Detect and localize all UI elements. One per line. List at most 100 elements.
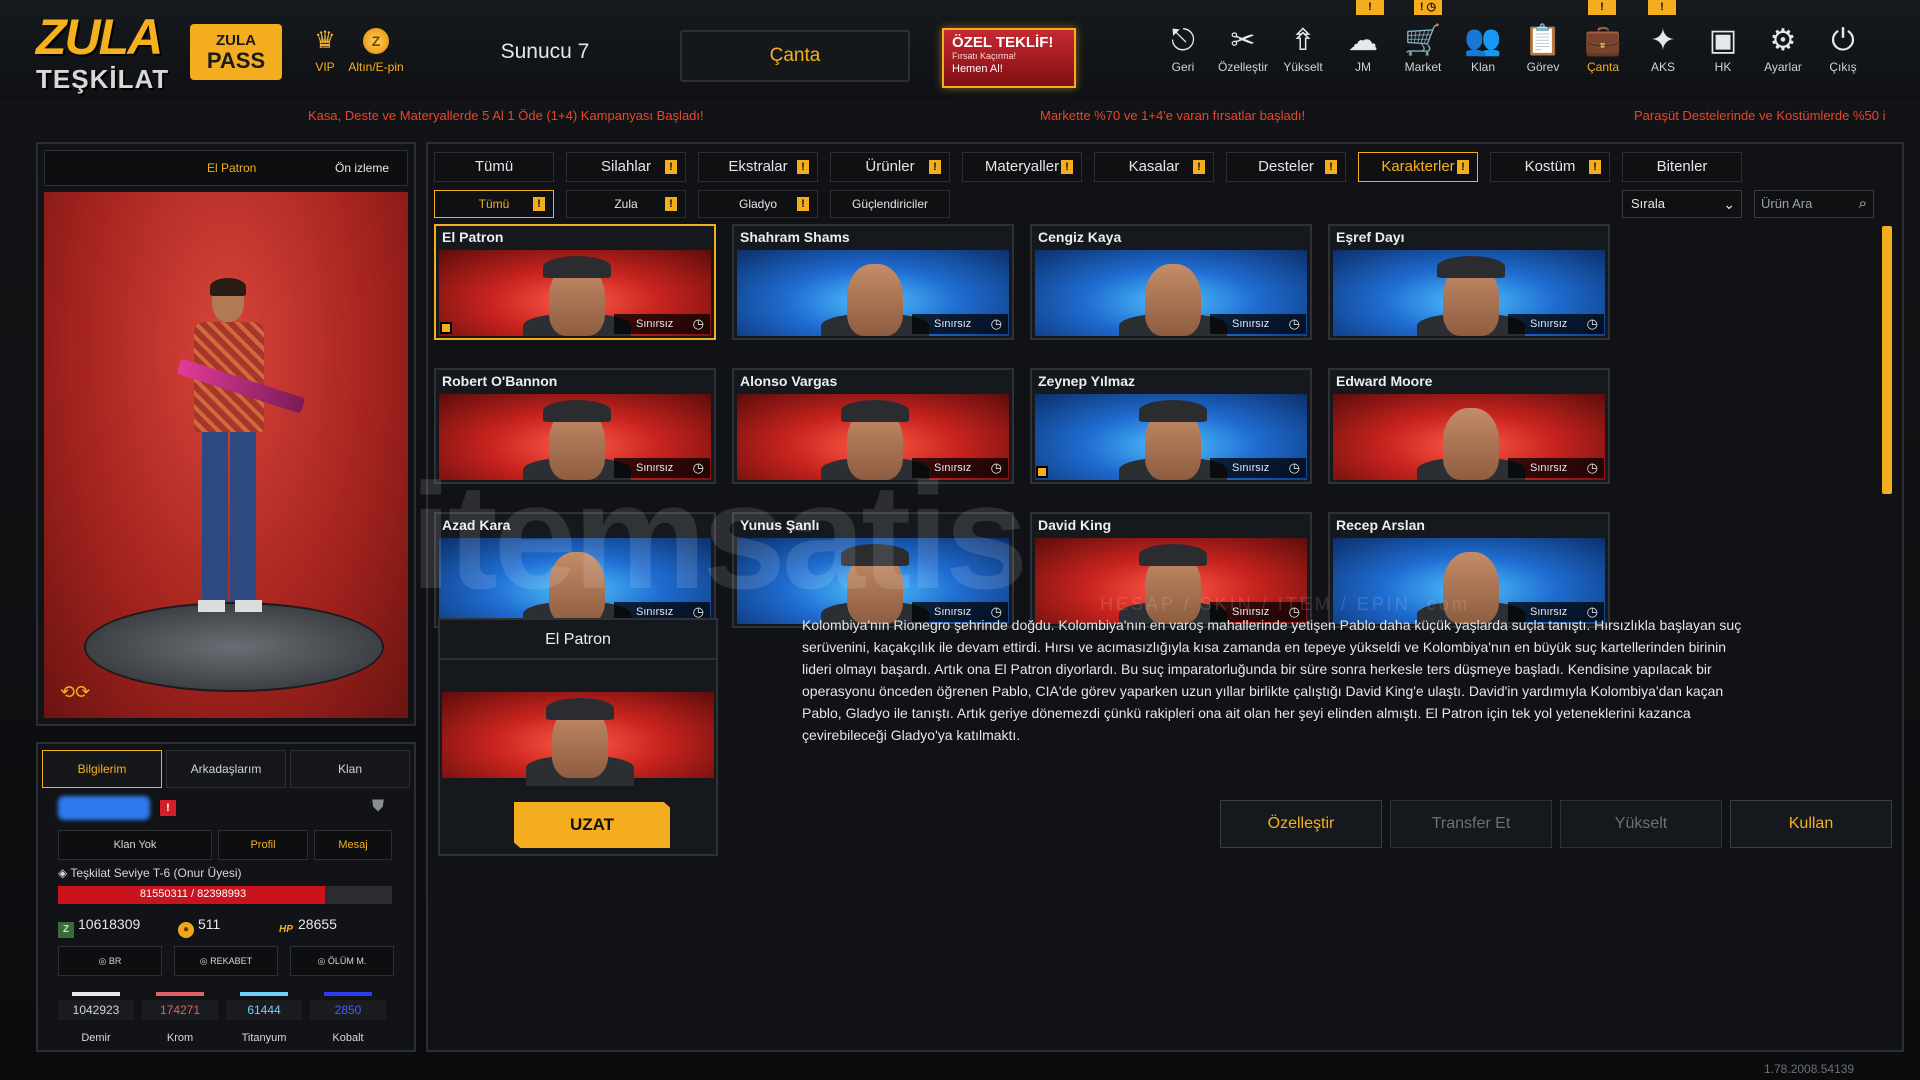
character-card[interactable]: Edward Moore Sınırsız ◷ <box>1328 368 1610 484</box>
canta-button[interactable]: Çanta <box>680 30 910 82</box>
subcategory-tumu[interactable]: Tümü! <box>434 190 554 218</box>
mode-br[interactable]: ◎ BR <box>58 946 162 976</box>
nav-market[interactable]: 🛒 Market <box>1394 24 1452 84</box>
rekabet-icon: ◎ <box>199 956 208 966</box>
nav-ozellestir[interactable]: ✂ Özelleştir <box>1214 24 1272 84</box>
character-card[interactable]: Cengiz Kaya Sınırsız ◷ <box>1030 224 1312 340</box>
ticker-item: Kasa, Deste ve Materyallerde 5 Al 1 Öde … <box>308 108 704 123</box>
tab-arkadaslarim[interactable]: Arkadaşlarım <box>166 750 286 788</box>
clock-icon: ◷ <box>1288 316 1300 331</box>
search-input[interactable]: Ürün Ara ⌕ <box>1754 190 1874 218</box>
character-stage[interactable] <box>44 192 408 718</box>
card-name: Alonso Vargas <box>740 373 838 389</box>
rotate-icon[interactable]: ⟲⟳ <box>60 682 90 703</box>
tools-icon: ✂ <box>1230 24 1256 57</box>
zula-logo: ZULA TEŞKİLAT <box>36 8 168 94</box>
nav-badge: ! <box>1356 0 1384 15</box>
nav-label: HK <box>1714 60 1732 74</box>
nav-gorev[interactable]: 📋 Görev <box>1514 24 1572 84</box>
mode-rekabet[interactable]: ◎ REKABET <box>174 946 278 976</box>
nav-cikis[interactable]: ⏻ Çıkış <box>1814 24 1872 84</box>
tab-el-patron[interactable]: El Patron <box>207 161 256 175</box>
nav-aks[interactable]: ✦ AKS <box>1634 24 1692 84</box>
search-placeholder: Ürün Ara <box>1761 196 1813 211</box>
special-offer-banner[interactable]: ÖZEL TEKLİF! Fırsatı Kaçırma! Hemen Al! <box>942 28 1076 88</box>
sort-select[interactable]: Sırala ⌄ <box>1622 190 1742 218</box>
category-tumu[interactable]: Tümü <box>434 152 554 182</box>
selected-marker <box>440 322 452 334</box>
warning-icon: ! <box>1193 160 1205 174</box>
warning-icon: ! <box>797 197 809 211</box>
mode-label: BR <box>108 956 122 966</box>
nav-label: Çıkış <box>1829 60 1857 74</box>
warning-icon: ! <box>929 160 941 174</box>
material-name: Titanyum <box>241 1032 287 1044</box>
category-kasalar[interactable]: Kasalar! <box>1094 152 1214 182</box>
nav-yukselt[interactable]: ⇮ Yükselt <box>1274 24 1332 84</box>
subcategory-gladyo[interactable]: Gladyo! <box>698 190 818 218</box>
tag-label: Sınırsız <box>1232 462 1270 474</box>
preview-tabs: El Patron Ön izleme <box>44 150 408 186</box>
character-card[interactable]: El Patron Sınırsız ◷ <box>434 224 716 340</box>
category-karakterler[interactable]: Karakterler! <box>1358 152 1478 182</box>
category-urunler[interactable]: Ürünler! <box>830 152 950 182</box>
clock-icon: ◷ <box>1586 460 1598 475</box>
zula-point-icon: Z <box>58 922 74 938</box>
category-bitenler[interactable]: Bitenler <box>1622 152 1742 182</box>
nav-hk[interactable]: ▣ HK <box>1694 24 1752 84</box>
material-value: 1042923 <box>58 1000 134 1020</box>
subcategory-zula[interactable]: Zula! <box>566 190 686 218</box>
klan-yok-button[interactable]: Klan Yok <box>58 830 212 860</box>
nav-klan[interactable]: 👥 Klan <box>1454 24 1512 84</box>
top-bar: ZULA TEŞKİLAT ZULA PASS ♛ VIP Z Altın/E-… <box>0 0 1920 100</box>
tab-on-izleme[interactable]: Ön izleme <box>335 161 389 175</box>
material-demir: 1042923 Demir <box>58 992 134 1044</box>
profil-button[interactable]: Profil <box>218 830 308 860</box>
player-info-panel: Bilgilerim Arkadaşlarım Klan ! ⛊ Klan Yo… <box>36 742 416 1052</box>
tab-klan[interactable]: Klan <box>290 750 410 788</box>
card-name: Recep Arslan <box>1336 517 1425 533</box>
nav-canta[interactable]: 💼 Çanta <box>1574 24 1632 84</box>
tag-label: Sınırsız <box>1232 318 1270 330</box>
material-value: 174271 <box>142 1000 218 1020</box>
nav-label: Market <box>1404 60 1442 74</box>
warning-icon: ! <box>797 160 809 174</box>
character-card[interactable]: Eşref Dayı Sınırsız ◷ <box>1328 224 1610 340</box>
character-card[interactable]: Zeynep Yılmaz Sınırsız ◷ <box>1030 368 1312 484</box>
card-name: David King <box>1038 517 1112 533</box>
scrollbar-thumb[interactable] <box>1882 226 1892 494</box>
category-silahlar[interactable]: Silahlar! <box>566 152 686 182</box>
nav-jm[interactable]: ☁ JM <box>1334 24 1392 84</box>
pass-line1: ZULA <box>216 32 256 49</box>
warning-icon: ! <box>1457 160 1469 174</box>
altin-label: Altın/E-pin <box>348 60 404 74</box>
nav-geri[interactable]: ⎋ Geri <box>1154 24 1212 84</box>
category-desteler[interactable]: Desteler! <box>1226 152 1346 182</box>
category-ekstralar[interactable]: Ekstralar! <box>698 152 818 182</box>
category-materyaller[interactable]: Materyaller! <box>962 152 1082 182</box>
zula-pass-button[interactable]: ZULA PASS <box>190 24 282 80</box>
character-description: Kolombiya'nın Rionegro şehrinde doğdu. K… <box>802 617 1742 743</box>
category-label: Tümü <box>474 158 514 175</box>
ozellestir-button[interactable]: Özelleştir <box>1220 800 1382 848</box>
subcategory-guclendiriciler[interactable]: Güçlendiriciler <box>830 190 950 218</box>
duration-tag: Sınırsız ◷ <box>1508 314 1604 334</box>
character-card[interactable]: Shahram Shams Sınırsız ◷ <box>732 224 1014 340</box>
tab-bilgilerim[interactable]: Bilgilerim <box>42 750 162 788</box>
transfer-button[interactable]: Transfer Et <box>1390 800 1552 848</box>
character-model <box>176 278 306 622</box>
mesaj-button[interactable]: Mesaj <box>314 830 392 860</box>
yukselt-button[interactable]: Yükselt <box>1560 800 1722 848</box>
mode-olum[interactable]: ◎ ÖLÜM M. <box>290 946 394 976</box>
version-label: 1.78.2008.54139 <box>1764 1062 1855 1076</box>
mission-icon: 📋 <box>1524 24 1562 57</box>
category-kostum[interactable]: Kostüm! <box>1490 152 1610 182</box>
uzat-button[interactable]: UZAT <box>514 802 670 848</box>
duration-tag: Sınırsız ◷ <box>912 314 1008 334</box>
gear-icon: ⚙ <box>1769 24 1797 57</box>
clock-icon: ◷ <box>692 316 704 331</box>
kullan-button[interactable]: Kullan <box>1730 800 1892 848</box>
altin-epin-button[interactable]: Z Altın/E-pin <box>336 28 416 74</box>
nav-ayarlar[interactable]: ⚙ Ayarlar <box>1754 24 1812 84</box>
material-kobalt: 2850 Kobalt <box>310 992 386 1044</box>
